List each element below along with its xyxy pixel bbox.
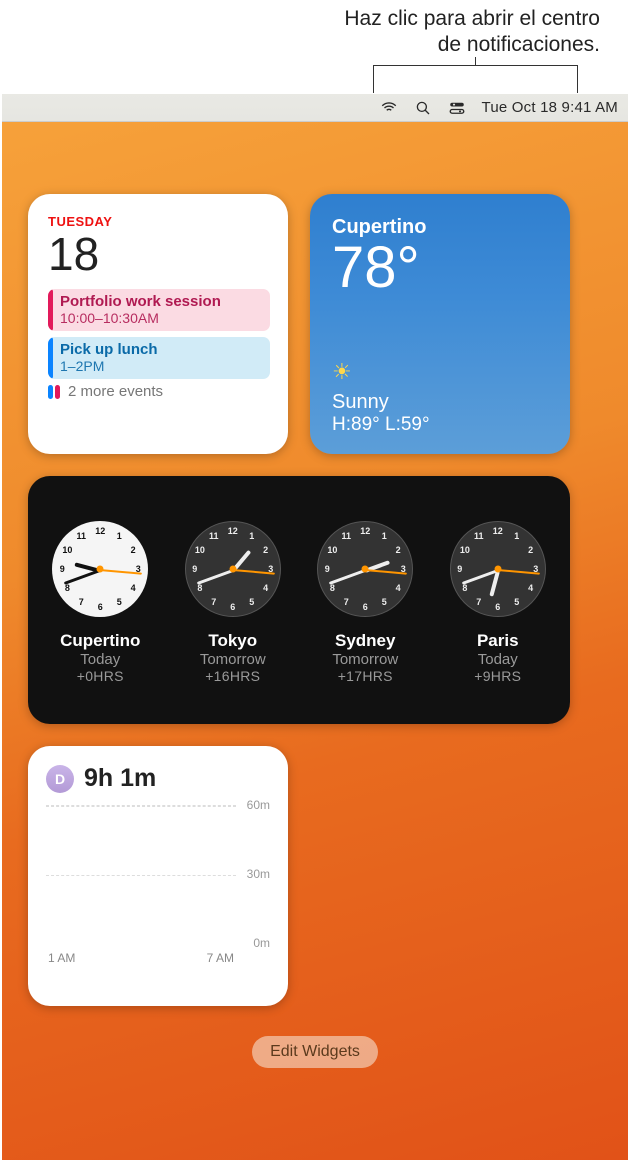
world-clock-cell: 123456789101112 CupertinoToday+0HRS	[36, 521, 164, 684]
calendar-daynum: 18	[48, 231, 270, 277]
calendar-more-dots	[48, 385, 60, 399]
clock-city: Paris	[477, 631, 519, 651]
clock-offset: +0HRS	[77, 668, 124, 684]
weather-condition: Sunny	[332, 391, 548, 414]
screentime-xaxis-left: 1 AM	[48, 951, 75, 965]
screentime-xaxis-right: 7 AM	[207, 951, 234, 965]
screentime-chart: 0m30m60m 1 AM 7 AM	[46, 805, 270, 965]
calendar-event-time: 1–2PM	[58, 358, 262, 374]
wifi-icon[interactable]	[380, 99, 398, 117]
annotation-line1: Haz clic para abrir el centro	[344, 7, 600, 30]
calendar-event[interactable]: Pick up lunch1–2PM	[48, 337, 270, 379]
calendar-event-time: 10:00–10:30AM	[58, 310, 262, 326]
calendar-events: Portfolio work session10:00–10:30AM Pick …	[48, 289, 270, 379]
clock-day: Tomorrow	[200, 651, 266, 668]
clock-offset: +16HRS	[205, 668, 260, 684]
annotation-line2: de notificaciones.	[438, 33, 600, 56]
sun-icon: ☀︎	[332, 359, 548, 385]
spotlight-search-icon[interactable]	[414, 99, 432, 117]
menubar-datetime[interactable]: Tue Oct 18 9:41 AM	[482, 99, 618, 116]
world-clock-cell: 123456789101112 SydneyTomorrow+17HRS	[301, 521, 429, 684]
clock-day: Tomorrow	[332, 651, 398, 668]
clock-offset: +17HRS	[338, 668, 393, 684]
world-clock-widget[interactable]: 123456789101112CupertinoToday+0HRS123456…	[28, 476, 570, 724]
control-center-icon[interactable]	[448, 99, 466, 117]
clock-face: 123456789101112	[52, 521, 148, 617]
menubar: Tue Oct 18 9:41 AM	[2, 94, 628, 122]
clock-city: Tokyo	[208, 631, 257, 651]
annotation-callout: Haz clic para abrir el centro de notific…	[0, 6, 600, 59]
calendar-widget[interactable]: TUESDAY 18 Portfolio work session10:00–1…	[28, 194, 288, 454]
screentime-widget[interactable]: D 9h 1m 0m 30m 60m 1 AM 7 AM	[28, 746, 288, 1006]
world-clock-cell: 123456789101112 ParisToday+9HRS	[434, 521, 562, 684]
clock-face: 123456789101112	[185, 521, 281, 617]
clock-offset: +9HRS	[474, 668, 521, 684]
annotation-bracket	[373, 65, 578, 93]
calendar-event-title: Portfolio work session	[58, 293, 262, 310]
world-clock-cell: 123456789101112 TokyoTomorrow+16HRS	[169, 521, 297, 684]
weather-temperature: 78°	[332, 239, 548, 297]
calendar-more-events[interactable]: 2 more events	[48, 383, 270, 400]
calendar-event[interactable]: Portfolio work session10:00–10:30AM	[48, 289, 270, 331]
clock-city: Sydney	[335, 631, 395, 651]
calendar-event-title: Pick up lunch	[58, 341, 262, 358]
weather-hilo: H:89° L:59°	[332, 414, 548, 436]
clock-day: Today	[478, 651, 518, 668]
screentime-ylabel: 0m	[253, 936, 270, 950]
calendar-more-label: 2 more events	[68, 383, 163, 400]
screentime-ylabel: 60m	[247, 798, 270, 812]
clock-day: Today	[80, 651, 120, 668]
weather-widget[interactable]: Cupertino 78° ☀︎ Sunny H:89° L:59°	[310, 194, 570, 454]
clock-face: 123456789101112	[450, 521, 546, 617]
screentime-ylabel: 30m	[247, 867, 270, 881]
clock-city: Cupertino	[60, 631, 140, 651]
clock-face: 123456789101112	[317, 521, 413, 617]
screentime-avatar: D	[46, 765, 74, 793]
notification-center: TUESDAY 18 Portfolio work session10:00–1…	[2, 122, 628, 1160]
calendar-dayname: TUESDAY	[48, 214, 270, 229]
edit-widgets-button[interactable]: Edit Widgets	[252, 1036, 378, 1068]
screentime-total: 9h 1m	[84, 764, 156, 793]
